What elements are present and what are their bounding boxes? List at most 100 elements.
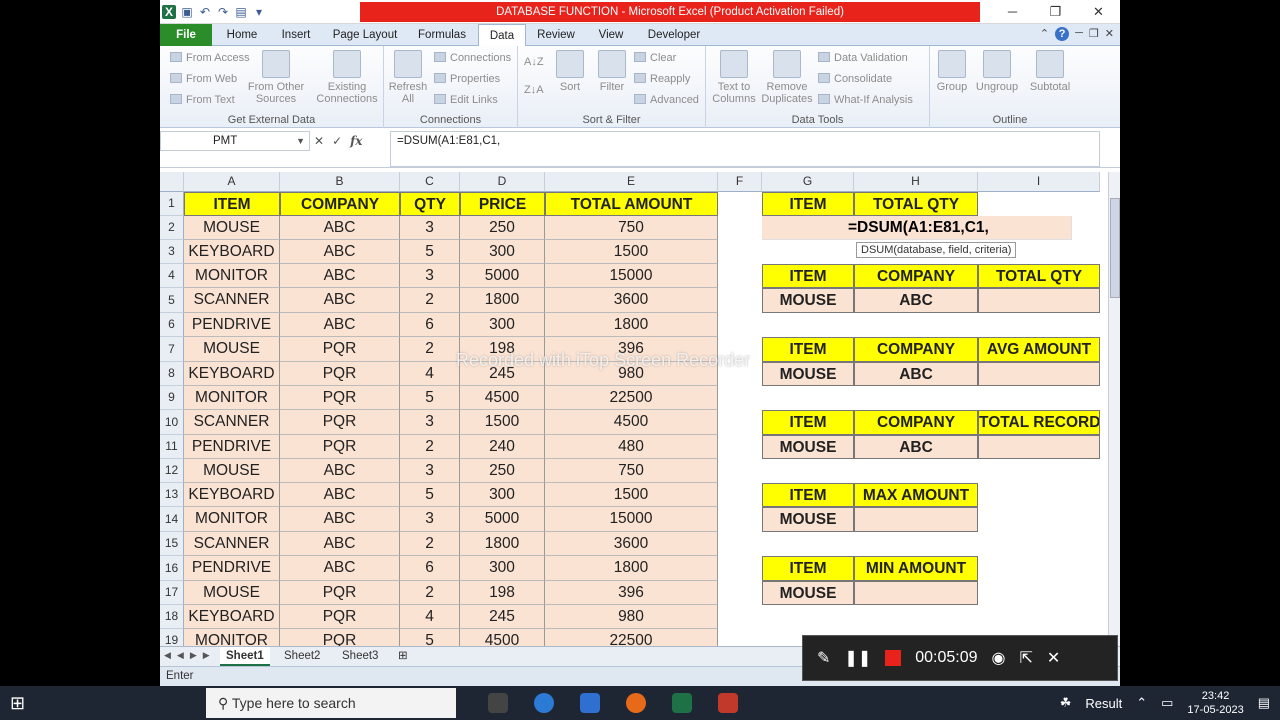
table-cell[interactable]: ABC <box>280 264 400 288</box>
table-cell[interactable]: MOUSE <box>184 581 280 605</box>
chevron-up-icon[interactable]: ⌃ <box>1136 695 1147 711</box>
customize-icon[interactable]: ▾ <box>252 5 266 19</box>
table-cell[interactable]: 750 <box>545 459 718 483</box>
criteria-header[interactable]: ITEM <box>762 337 854 362</box>
vertical-scrollbar[interactable] <box>1108 172 1120 646</box>
result-cell[interactable] <box>978 288 1100 313</box>
criteria-value[interactable]: ABC <box>854 362 978 386</box>
table-cell[interactable]: 396 <box>545 581 718 605</box>
row-header[interactable]: 13 <box>160 483 184 507</box>
network-icon[interactable]: ▭ <box>1161 695 1173 711</box>
table-cell[interactable]: 1500 <box>545 240 718 264</box>
sort-az-icon[interactable]: A↓Z <box>524 56 544 68</box>
form-icon[interactable]: ▤ <box>234 5 248 19</box>
excel-taskbar-icon[interactable] <box>672 693 692 713</box>
row-header[interactable]: 1 <box>160 192 184 216</box>
table-cell[interactable]: 2 <box>400 337 460 362</box>
criteria-header[interactable]: TOTAL QTY <box>854 192 978 216</box>
table-cell[interactable]: 1800 <box>545 313 718 337</box>
criteria-value[interactable]: ABC <box>854 435 978 459</box>
stop-icon[interactable] <box>885 650 902 666</box>
subtotal-button[interactable]: Subtotal <box>1024 50 1076 93</box>
table-cell[interactable]: KEYBOARD <box>184 240 280 264</box>
tab-developer[interactable]: Developer <box>644 24 704 46</box>
redo-icon[interactable]: ↷ <box>216 5 230 19</box>
formula-input[interactable]: =DSUM(A1:E81,C1, <box>390 131 1100 167</box>
clock[interactable]: 23:42 17-05-2023 <box>1187 689 1243 717</box>
table-cell[interactable]: 5000 <box>460 264 545 288</box>
firefox-icon[interactable] <box>626 693 646 713</box>
table-cell[interactable]: PENDRIVE <box>184 313 280 337</box>
chevron-down-icon[interactable]: ▼ <box>296 132 305 150</box>
row-header[interactable]: 8 <box>160 362 184 386</box>
criteria-header[interactable]: ITEM <box>762 556 854 581</box>
table-cell[interactable]: 1800 <box>460 288 545 313</box>
criteria-value[interactable]: MOUSE <box>762 362 854 386</box>
criteria-value[interactable]: MOUSE <box>762 435 854 459</box>
column-header-h[interactable]: H <box>854 172 978 192</box>
table-cell[interactable]: 2 <box>400 532 460 556</box>
table-cell[interactable]: PQR <box>280 362 400 386</box>
table-cell[interactable]: SCANNER <box>184 532 280 556</box>
criteria-header[interactable]: AVG AMOUNT <box>978 337 1100 362</box>
table-cell[interactable]: 6 <box>400 313 460 337</box>
undo-icon[interactable]: ↶ <box>198 5 212 19</box>
save-icon[interactable]: ▣ <box>180 5 194 19</box>
row-header[interactable]: 16 <box>160 556 184 581</box>
table-cell[interactable]: 3600 <box>545 288 718 313</box>
row-header[interactable]: 10 <box>160 410 184 435</box>
name-box[interactable]: PMT ▼ <box>160 131 310 151</box>
from-web-button[interactable]: From Web <box>170 73 237 85</box>
table-cell[interactable]: 3 <box>400 459 460 483</box>
table-cell[interactable]: 3 <box>400 264 460 288</box>
criteria-header[interactable]: MIN AMOUNT <box>854 556 978 581</box>
row-header[interactable]: 2 <box>160 216 184 240</box>
sheet-tab-sheet1[interactable]: Sheet1 <box>220 647 270 666</box>
row-header[interactable]: 11 <box>160 435 184 459</box>
text-to-columns-button[interactable]: Text to Columns <box>710 50 758 105</box>
row-header[interactable]: 17 <box>160 581 184 605</box>
table-cell[interactable]: PQR <box>280 337 400 362</box>
column-header-a[interactable]: A <box>184 172 280 192</box>
from-access-button[interactable]: From Access <box>170 52 250 64</box>
table-header-cell[interactable]: ITEM <box>184 192 280 216</box>
table-cell[interactable]: 2 <box>400 288 460 313</box>
notifications-icon[interactable]: ▤ <box>1258 695 1270 711</box>
table-cell[interactable]: PQR <box>280 435 400 459</box>
tab-view[interactable]: View <box>594 24 628 46</box>
table-cell[interactable]: 1500 <box>460 410 545 435</box>
table-cell[interactable]: PQR <box>280 581 400 605</box>
expand-icon[interactable]: ⇱ <box>1019 648 1032 668</box>
table-cell[interactable]: MOUSE <box>184 216 280 240</box>
table-cell[interactable]: MONITOR <box>184 386 280 410</box>
table-cell[interactable]: 300 <box>460 313 545 337</box>
recorder-taskbar-icon[interactable] <box>718 693 738 713</box>
result-cell[interactable] <box>978 435 1100 459</box>
table-header-cell[interactable]: COMPANY <box>280 192 400 216</box>
table-cell[interactable]: KEYBOARD <box>184 605 280 629</box>
properties-button[interactable]: Properties <box>434 73 500 85</box>
row-header[interactable]: 4 <box>160 264 184 288</box>
table-cell[interactable]: PENDRIVE <box>184 435 280 459</box>
table-cell[interactable]: MONITOR <box>184 264 280 288</box>
row-header[interactable]: 18 <box>160 605 184 629</box>
criteria-header[interactable]: COMPANY <box>854 410 978 435</box>
table-cell[interactable]: ABC <box>280 483 400 507</box>
table-cell[interactable]: 250 <box>460 459 545 483</box>
connections-button[interactable]: Connections <box>434 52 511 64</box>
pause-icon[interactable]: ❚❚ <box>844 648 871 668</box>
row-header[interactable]: 14 <box>160 507 184 532</box>
table-cell[interactable]: 3600 <box>545 532 718 556</box>
column-header-f[interactable]: F <box>718 172 762 192</box>
table-cell[interactable]: 245 <box>460 605 545 629</box>
cancel-formula-icon[interactable]: ✕ <box>314 134 324 148</box>
table-cell[interactable]: PQR <box>280 386 400 410</box>
ungroup-button[interactable]: Ungroup <box>972 50 1022 93</box>
row-header[interactable]: 12 <box>160 459 184 483</box>
table-cell[interactable]: 5 <box>400 240 460 264</box>
table-cell[interactable]: KEYBOARD <box>184 483 280 507</box>
from-text-button[interactable]: From Text <box>170 94 235 106</box>
table-cell[interactable]: 15000 <box>545 264 718 288</box>
tab-insert[interactable]: Insert <box>276 24 316 46</box>
table-cell[interactable]: 2 <box>400 581 460 605</box>
